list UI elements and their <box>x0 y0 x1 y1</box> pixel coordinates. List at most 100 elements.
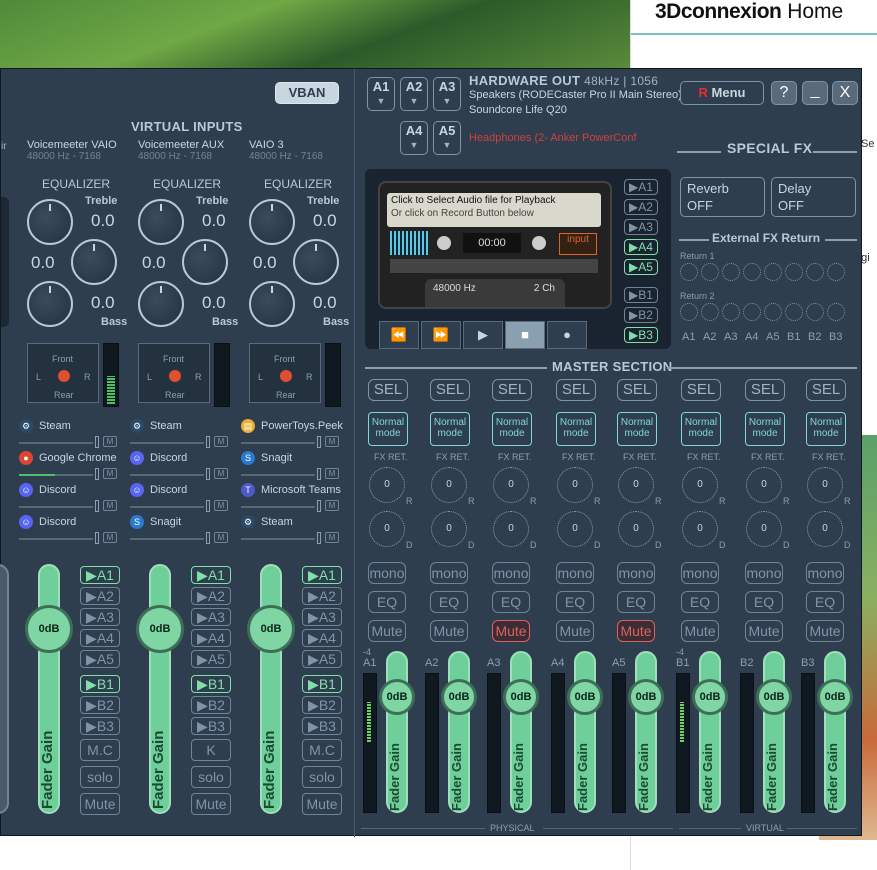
fx-return-knob[interactable] <box>806 263 824 281</box>
fx-delay-knob[interactable]: 0 <box>618 511 654 547</box>
strip-bus-b1[interactable]: ▶B1 <box>191 675 231 693</box>
app-row[interactable]: ⚙ Steam <box>130 419 182 433</box>
app-row[interactable]: S Snagit <box>130 515 181 529</box>
menu-button[interactable]: R Menu <box>680 81 764 105</box>
sel-button-a3[interactable]: SEL <box>492 379 532 401</box>
strip-mute-button[interactable]: Mute <box>191 793 231 815</box>
pan-pad[interactable]: Front Rear L R <box>249 343 321 403</box>
hw-device-2[interactable]: Soundcore Life Q20 <box>469 104 567 116</box>
close-button[interactable]: X <box>832 81 858 105</box>
fader-knob-a3[interactable]: 0dB <box>503 679 539 715</box>
strip-bus-a5[interactable]: ▶A5 <box>80 650 120 668</box>
stop-button[interactable]: ■ <box>505 321 545 349</box>
strip-bus-a2[interactable]: ▶A2 <box>302 587 342 605</box>
fx-return-knob[interactable] <box>680 263 698 281</box>
app-volume-slider[interactable] <box>241 538 315 540</box>
app-mute-button[interactable]: M <box>214 532 228 543</box>
fx-return-knob[interactable]: 0 <box>493 467 529 503</box>
player-route-a3[interactable]: ▶A3 <box>624 219 658 235</box>
sel-button-a4[interactable]: SEL <box>556 379 596 401</box>
hw-out-a3-button[interactable]: A3 ▼ <box>433 77 461 111</box>
app-mute-button[interactable]: M <box>325 500 339 511</box>
strip-bus-b3[interactable]: ▶B3 <box>191 717 231 735</box>
app-volume-slider[interactable] <box>130 474 204 476</box>
mc-button[interactable]: M.C <box>302 739 342 761</box>
mode-button-b3[interactable]: Normal mode <box>806 412 846 446</box>
strip-fader-knob[interactable]: 0dB <box>247 605 295 653</box>
eq-button-a3[interactable]: EQ <box>492 591 530 613</box>
app-volume-slider[interactable] <box>130 442 204 444</box>
hw-out-a1-button[interactable]: A1 ▼ <box>367 77 395 111</box>
app-row[interactable]: ☺ Discord <box>130 451 187 465</box>
player-route-a2[interactable]: ▶A2 <box>624 199 658 215</box>
player-route-a1[interactable]: ▶A1 <box>624 179 658 195</box>
strip-bus-a3[interactable]: ▶A3 <box>191 608 231 626</box>
strip-bus-b1[interactable]: ▶B1 <box>80 675 120 693</box>
fx-return-knob[interactable] <box>680 303 698 321</box>
pan-cursor[interactable] <box>169 370 181 382</box>
mute-button-a5[interactable]: Mute <box>617 620 655 642</box>
delay-button[interactable]: Delay OFF <box>771 177 856 217</box>
eq-button-a2[interactable]: EQ <box>430 591 468 613</box>
eq-button-b2[interactable]: EQ <box>745 591 783 613</box>
fx-delay-knob[interactable]: 0 <box>682 511 718 547</box>
fx-return-knob[interactable] <box>701 263 719 281</box>
player-route-a5[interactable]: ▶A5 <box>624 259 658 275</box>
mid-knob[interactable] <box>293 239 339 285</box>
app-row[interactable]: T Microsoft Teams <box>241 483 341 497</box>
mute-button-a4[interactable]: Mute <box>556 620 594 642</box>
fx-return-knob[interactable]: 0 <box>557 467 593 503</box>
mode-button-a3[interactable]: Normal mode <box>492 412 532 446</box>
mono-button-a4[interactable]: mono <box>556 562 594 584</box>
mute-button-a1[interactable]: Mute <box>368 620 406 642</box>
app-mute-button[interactable]: M <box>103 436 117 447</box>
mode-button-a4[interactable]: Normal mode <box>556 412 596 446</box>
eq-button-a4[interactable]: EQ <box>556 591 594 613</box>
app-volume-slider[interactable] <box>19 506 93 508</box>
strip-bus-a2[interactable]: ▶A2 <box>80 587 120 605</box>
player-route-b2[interactable]: ▶B2 <box>624 307 658 323</box>
app-volume-slider[interactable] <box>130 506 204 508</box>
fader-knob-b1[interactable]: 0dB <box>692 679 728 715</box>
strip-bus-b2[interactable]: ▶B2 <box>191 696 231 714</box>
app-slider-handle[interactable] <box>317 532 321 544</box>
app-volume-slider[interactable] <box>19 538 93 540</box>
hw-out-a2-button[interactable]: A2 ▼ <box>400 77 428 111</box>
fader-knob-a4[interactable]: 0dB <box>567 679 603 715</box>
strip-name[interactable]: VAIO 3 <box>249 139 284 151</box>
fast-forward-button[interactable]: ⏩ <box>421 321 461 349</box>
app-volume-slider[interactable] <box>241 474 315 476</box>
mode-button-b1[interactable]: Normal mode <box>681 412 721 446</box>
app-row[interactable]: ⚙ Steam <box>241 515 293 529</box>
app-row[interactable]: ▤ PowerToys.Peek <box>241 419 343 433</box>
app-volume-slider[interactable] <box>19 442 93 444</box>
fx-return-knob[interactable] <box>764 303 782 321</box>
record-button[interactable]: ● <box>547 321 587 349</box>
app-mute-button[interactable]: M <box>325 436 339 447</box>
mono-button-a3[interactable]: mono <box>492 562 530 584</box>
app-row[interactable]: ☺ Discord <box>19 515 76 529</box>
strip-bus-a4[interactable]: ▶A4 <box>191 629 231 647</box>
strip-name[interactable]: Voicemeeter VAIO <box>27 139 117 151</box>
fader-knob-a2[interactable]: 0dB <box>441 679 477 715</box>
fx-return-knob[interactable] <box>806 303 824 321</box>
mono-button-b2[interactable]: mono <box>745 562 783 584</box>
mono-button-b3[interactable]: mono <box>806 562 844 584</box>
strip-bus-a5[interactable]: ▶A5 <box>191 650 231 668</box>
strip-bus-a3[interactable]: ▶A3 <box>302 608 342 626</box>
hw-device-1[interactable]: Speakers (RODECaster Pro II Main Stereo) <box>469 89 682 101</box>
hw-out-a5-button[interactable]: A5 ▼ <box>433 121 461 155</box>
fx-return-knob[interactable] <box>722 263 740 281</box>
fx-return-knob[interactable]: 0 <box>807 467 843 503</box>
strip-mute-button[interactable]: Mute <box>80 793 120 815</box>
fx-return-knob[interactable] <box>743 263 761 281</box>
app-slider-handle[interactable] <box>95 468 99 480</box>
player-route-a4[interactable]: ▶A4 <box>624 239 658 255</box>
fx-return-knob[interactable] <box>785 303 803 321</box>
fx-return-knob[interactable] <box>785 263 803 281</box>
hw-out-a4-button[interactable]: A4 ▼ <box>400 121 428 155</box>
fader-knob-b3[interactable]: 0dB <box>817 679 853 715</box>
mid-knob[interactable] <box>182 239 228 285</box>
fx-delay-knob[interactable]: 0 <box>807 511 843 547</box>
app-slider-handle[interactable] <box>206 532 210 544</box>
